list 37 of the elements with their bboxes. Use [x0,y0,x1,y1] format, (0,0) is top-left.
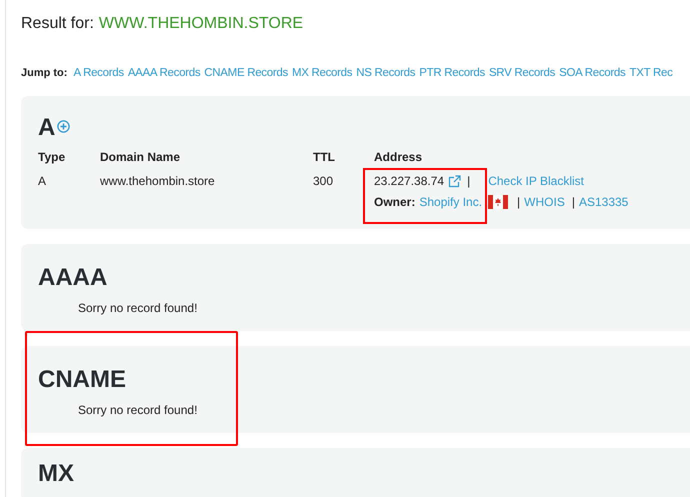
section-heading: MX [38,460,74,488]
flag-icon [488,195,508,209]
column-header: Domain Name [100,150,182,164]
result-domain: WWW.THEHOMBIN.STORE [98,15,304,34]
jump-link[interactable]: PTR Records [419,67,485,79]
jump-link[interactable]: NS Records [356,67,416,79]
jump-link[interactable]: SOA Records [559,67,626,79]
owner-link[interactable]: Shopify Inc. [419,195,482,209]
asn-link[interactable]: AS13335 [578,195,628,209]
jump-link[interactable]: A Records [73,67,124,79]
blacklist-link[interactable]: Check IP Blacklist [488,174,584,188]
column-header: Type [38,150,66,164]
column-header: Address [374,150,422,164]
section-heading: CNAME [38,366,126,394]
jump-link[interactable]: AAAA Records [128,67,200,79]
table-cell-text: A [38,174,48,190]
jump-link[interactable]: TXT Rec [629,67,673,79]
external-link-icon[interactable] [448,174,462,188]
separator: | [517,195,520,209]
table-cell-text: 300 [313,174,334,190]
separator: | [467,174,470,188]
result-label: Result for: [21,15,94,34]
section-heading: A [38,114,56,142]
add-icon[interactable] [57,120,70,133]
owner-label: Owner: [374,195,416,209]
empty-message: Sorry no record found! [78,403,198,419]
whois-link[interactable]: WHOIS [524,195,565,209]
column-header: TTL [313,150,336,164]
separator: | [572,195,575,209]
ip-address: 23.227.38.74 [374,174,444,188]
table-cell-text: www.thehombin.store [100,174,216,190]
jump-link[interactable]: SRV Records [488,67,556,79]
jump-link[interactable]: MX Records [292,67,352,79]
jump-link[interactable]: CNAME Records [204,67,288,79]
section-heading: AAAA [38,264,108,292]
jump-label: Jump to: [21,67,68,79]
empty-message: Sorry no record found! [78,301,198,317]
